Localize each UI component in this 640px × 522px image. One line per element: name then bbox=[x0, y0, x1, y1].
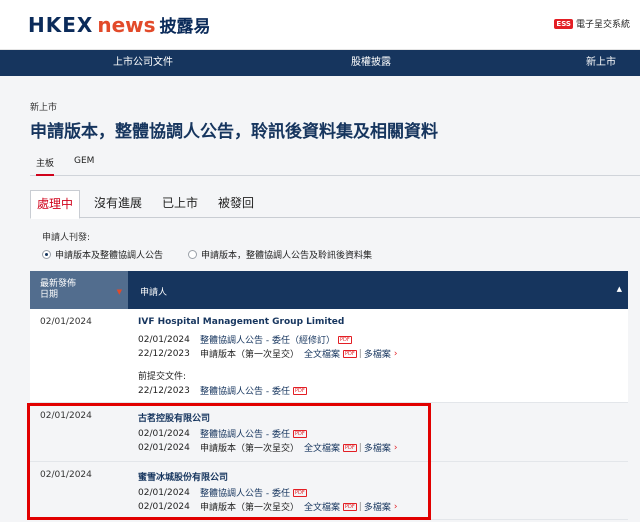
pdf-icon[interactable]: PDF bbox=[343, 349, 357, 358]
previous-docs-label: 前提交文件: bbox=[138, 372, 187, 382]
row-date: 02/01/2024 bbox=[40, 317, 92, 327]
tab-listed[interactable]: 已上市 bbox=[156, 190, 204, 218]
logo-cn-text: 披露易 bbox=[159, 17, 211, 37]
status-tabs: 處理中 沒有進展 已上市 被發回 bbox=[30, 190, 640, 219]
tab-processing[interactable]: 處理中 bbox=[30, 190, 81, 219]
document-link[interactable]: 整體協調人公告 - 委任 bbox=[200, 384, 290, 397]
column-header-date-line2: 日期 bbox=[40, 290, 59, 300]
logo-news-text: news bbox=[97, 13, 156, 37]
sort-asc-icon[interactable]: ▲ bbox=[617, 285, 622, 293]
column-header-date-line1: 最新發佈 bbox=[40, 279, 77, 289]
breadcrumb[interactable]: 新上市 bbox=[30, 100, 57, 113]
tab-no-progress[interactable]: 沒有進展 bbox=[88, 190, 148, 218]
radio-unselected-icon[interactable] bbox=[188, 250, 197, 259]
document-line: 22/12/2023 整體協調人公告 - 委任 PDF bbox=[138, 384, 307, 397]
filter-option-1-label: 申請版本及整體協調人公告 bbox=[55, 251, 164, 261]
pdf-icon[interactable]: PDF bbox=[337, 335, 352, 344]
applicant-name: IVF Hospital Management Group Limited bbox=[138, 317, 345, 327]
main-nav: 上市公司文件 股權披露 新上市 bbox=[0, 50, 640, 76]
separator: | bbox=[358, 348, 362, 359]
board-tabs: 主板 GEM bbox=[30, 152, 640, 176]
sort-desc-icon: ▼ bbox=[116, 288, 122, 296]
document-date: 22/12/2023 bbox=[138, 385, 190, 396]
ess-label: 電子呈交系統 bbox=[575, 20, 630, 30]
tab-gem[interactable]: GEM bbox=[74, 156, 94, 166]
highlight-box bbox=[27, 403, 431, 520]
hkexnews-logo[interactable]: HKEX news 披露易 bbox=[28, 12, 211, 37]
column-header-date[interactable]: 最新發佈 日期 ▼ bbox=[30, 271, 128, 309]
table-header: 最新發佈 日期 ▼ 申請人 ▲ bbox=[30, 271, 628, 309]
multi-files-link[interactable]: 多檔案 bbox=[364, 347, 391, 360]
full-document-link[interactable]: 全文檔案 bbox=[304, 347, 340, 360]
top-header: HKEX news 披露易 ESS 電子呈交系統 bbox=[0, 0, 640, 50]
table-row: 02/01/2024 IVF Hospital Management Group… bbox=[30, 309, 628, 403]
filter-option-2[interactable]: 申請版本，整體協調人公告及聆訊後資料集 bbox=[188, 248, 372, 261]
nav-item-disclosure-of-interests[interactable]: 股權披露 bbox=[351, 50, 391, 76]
pdf-icon[interactable]: PDF bbox=[292, 386, 307, 395]
chevron-right-icon[interactable]: › bbox=[394, 349, 398, 359]
logo-hkex-text: HKEX bbox=[28, 13, 94, 37]
ess-link[interactable]: ESS 電子呈交系統 bbox=[554, 17, 630, 30]
document-date: 22/12/2023 bbox=[138, 348, 190, 359]
column-header-applicant[interactable]: 申請人 bbox=[140, 285, 167, 298]
document-line: 02/01/2024 整體協調人公告 - 委任（經修訂） PDF bbox=[138, 333, 352, 346]
document-date: 02/01/2024 bbox=[138, 334, 190, 345]
tab-returned[interactable]: 被發回 bbox=[212, 190, 260, 218]
nav-item-new-listings[interactable]: 新上市 bbox=[586, 50, 616, 76]
filter-label: 申請人刊發: bbox=[42, 233, 91, 243]
filter-option-2-label: 申請版本，整體協調人公告及聆訊後資料集 bbox=[201, 251, 373, 261]
document-line: 22/12/2023 申請版本（第一次呈交） 全文檔案 PDF | 多檔案 › bbox=[138, 347, 398, 361]
tab-main-board[interactable]: 主板 bbox=[36, 156, 55, 176]
document-link[interactable]: 整體協調人公告 - 委任（經修訂） bbox=[200, 333, 335, 346]
radio-selected-icon[interactable] bbox=[42, 250, 51, 259]
ess-badge: ESS bbox=[554, 18, 573, 29]
filter-option-1[interactable]: 申請版本及整體協調人公告 bbox=[42, 248, 163, 261]
nav-item-listed-company-documents[interactable]: 上市公司文件 bbox=[113, 50, 173, 76]
document-title: 申請版本（第一次呈交） bbox=[200, 350, 300, 360]
page-title: 申請版本，整體協調人公告，聆訊後資料集及相關資料 bbox=[30, 122, 438, 142]
